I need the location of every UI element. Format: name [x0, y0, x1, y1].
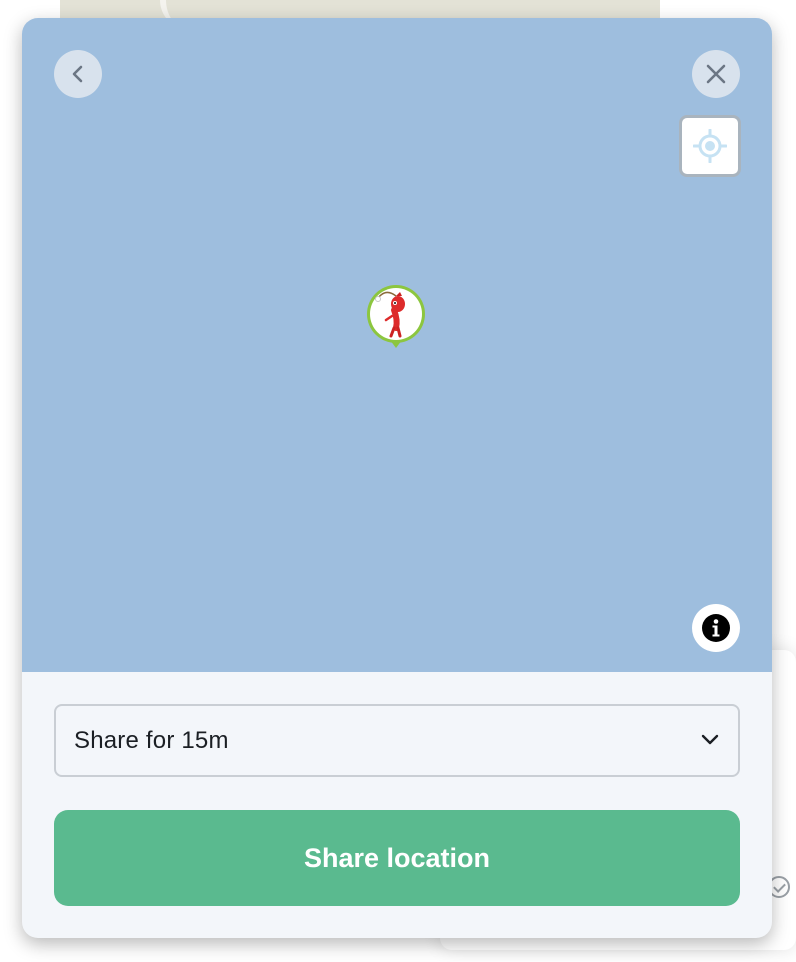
- share-location-button[interactable]: Share location: [54, 810, 740, 906]
- close-button[interactable]: [692, 50, 740, 98]
- map-view[interactable]: [22, 18, 772, 672]
- info-icon: [702, 614, 730, 642]
- chevron-down-icon: [701, 734, 719, 745]
- locate-me-button[interactable]: [679, 115, 741, 177]
- chevron-left-icon: [72, 65, 83, 83]
- user-avatar-pin-icon: [367, 285, 425, 348]
- info-button[interactable]: [692, 604, 740, 652]
- close-icon: [706, 64, 726, 84]
- share-location-modal: Share for 15m Share location: [22, 18, 772, 938]
- share-duration-select[interactable]: Share for 15m: [54, 704, 740, 777]
- crosshair-icon: [693, 129, 727, 163]
- back-button[interactable]: [54, 50, 102, 98]
- share-duration-value: Share for 15m: [74, 726, 229, 754]
- share-controls: Share for 15m Share location: [22, 672, 772, 938]
- user-location-marker[interactable]: [364, 282, 428, 354]
